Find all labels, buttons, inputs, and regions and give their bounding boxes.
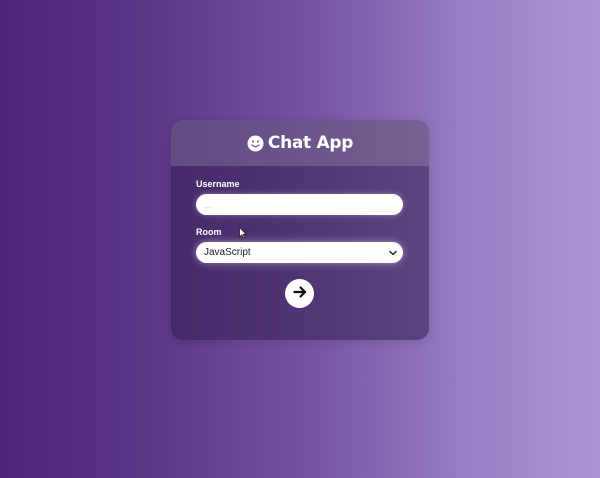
card-header: Chat App xyxy=(171,120,429,166)
room-label: Room xyxy=(196,227,222,237)
join-form: Username Room JavaScript xyxy=(171,166,429,263)
username-label: Username xyxy=(196,179,240,189)
join-button[interactable] xyxy=(285,279,314,308)
arrow-right-icon xyxy=(292,285,307,302)
join-card: Chat App Username Room JavaScript xyxy=(171,120,429,340)
app-title: Chat App xyxy=(267,133,354,153)
mouse-cursor-icon xyxy=(239,226,247,239)
room-select[interactable]: JavaScript xyxy=(196,242,403,263)
chevron-down-icon xyxy=(389,249,397,257)
room-select-value: JavaScript xyxy=(204,247,251,258)
username-input[interactable] xyxy=(196,194,403,215)
smiley-icon xyxy=(247,135,264,152)
